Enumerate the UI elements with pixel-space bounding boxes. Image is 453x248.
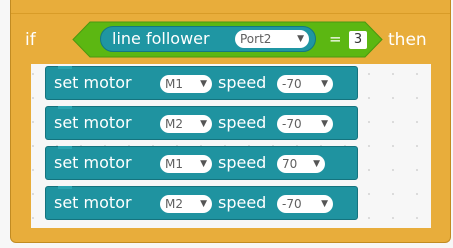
then-keyword: then xyxy=(388,30,427,50)
equals-operator-label: = xyxy=(329,30,342,48)
chevron-down-icon: ▼ xyxy=(321,79,328,89)
speed-dropdown[interactable]: -70 ▼ xyxy=(277,195,333,213)
if-keyword: if xyxy=(25,30,36,50)
if-block-footer xyxy=(11,228,450,242)
chevron-down-icon: ▼ xyxy=(200,199,207,209)
port-value: Port2 xyxy=(240,32,272,46)
line-follower-label: line follower xyxy=(112,29,210,48)
motor-dropdown[interactable]: M2 ▼ xyxy=(160,195,212,213)
motor-value: M1 xyxy=(165,77,183,91)
block-connector xyxy=(58,106,72,109)
block-connector xyxy=(58,186,72,189)
motor-value: M2 xyxy=(165,197,183,211)
chevron-down-icon: ▼ xyxy=(321,119,328,129)
block-connector xyxy=(58,146,72,149)
compare-value-input[interactable]: 3 xyxy=(349,31,367,49)
speed-value: 70 xyxy=(282,157,298,171)
line-follower-block[interactable]: line follower Port2 ▼ xyxy=(100,26,316,52)
set-motor-label: set motor xyxy=(54,73,132,92)
speed-dropdown[interactable]: 70 ▼ xyxy=(277,155,325,173)
set-motor-speed-block[interactable]: set motor M1 ▼ speed -70 ▼ xyxy=(45,66,358,100)
set-motor-label: set motor xyxy=(54,153,132,172)
speed-value: -70 xyxy=(282,197,302,211)
set-motor-speed-block[interactable]: set motor M2 ▼ speed -70 ▼ xyxy=(45,186,358,220)
set-motor-speed-block[interactable]: set motor M1 ▼ speed 70 ▼ xyxy=(45,146,358,180)
motor-dropdown[interactable]: M1 ▼ xyxy=(160,75,212,93)
motor-value: M2 xyxy=(165,117,183,131)
block-connector xyxy=(58,66,72,69)
chevron-down-icon: ▼ xyxy=(200,119,207,129)
chevron-down-icon: ▼ xyxy=(200,159,207,169)
speed-label: speed xyxy=(218,73,267,92)
speed-value: -70 xyxy=(282,77,302,91)
speed-label: speed xyxy=(218,153,267,172)
speed-dropdown[interactable]: -70 ▼ xyxy=(277,75,333,93)
chevron-down-icon: ▼ xyxy=(200,79,207,89)
port-dropdown[interactable]: Port2 ▼ xyxy=(235,30,309,48)
set-motor-speed-block[interactable]: set motor M2 ▼ speed -70 ▼ xyxy=(45,106,358,140)
speed-label: speed xyxy=(218,193,267,212)
motor-value: M1 xyxy=(165,157,183,171)
parent-block-edge xyxy=(11,0,450,14)
chevron-down-icon: ▼ xyxy=(321,199,328,209)
motor-dropdown[interactable]: M2 ▼ xyxy=(160,115,212,133)
chevron-down-icon: ▼ xyxy=(297,34,304,44)
set-motor-label: set motor xyxy=(54,193,132,212)
motor-dropdown[interactable]: M1 ▼ xyxy=(160,155,212,173)
if-header[interactable]: if line follower Port2 ▼ = 3 then xyxy=(11,14,450,64)
if-block[interactable]: if line follower Port2 ▼ = 3 then set mo… xyxy=(10,0,451,243)
chevron-down-icon: ▼ xyxy=(313,159,320,169)
speed-value: -70 xyxy=(282,117,302,131)
set-motor-label: set motor xyxy=(54,113,132,132)
speed-label: speed xyxy=(218,113,267,132)
speed-dropdown[interactable]: -70 ▼ xyxy=(277,115,333,133)
condition-slot[interactable]: line follower Port2 ▼ = 3 xyxy=(72,21,383,58)
